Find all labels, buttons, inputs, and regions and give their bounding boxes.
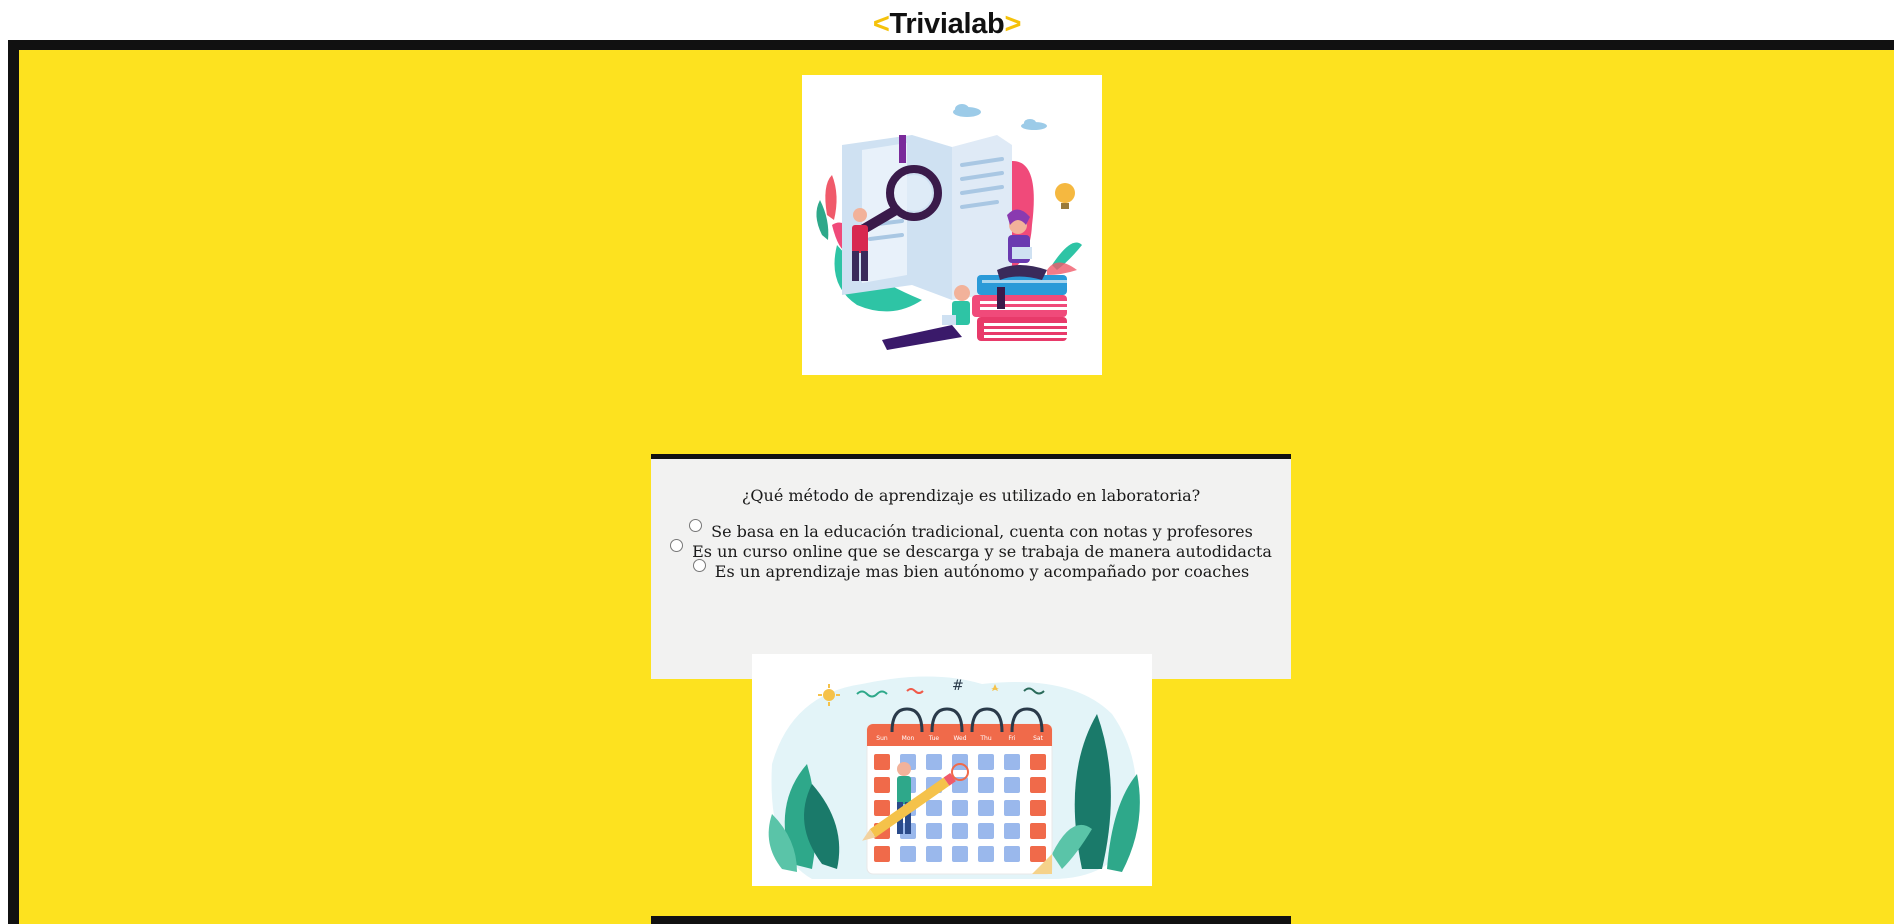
option-label-1[interactable]: Se basa en la educación tradicional, cue… (711, 522, 1253, 541)
calendar-cell (978, 846, 994, 862)
calendar-cell (952, 823, 968, 839)
calendar-day-label: Sat (1033, 735, 1043, 742)
top-header: <Trivialab> (0, 0, 1894, 40)
calendar-cell (1030, 846, 1046, 862)
main-content: ¿Qué método de aprendizaje es utilizado … (19, 50, 1894, 924)
calendar-cell (1004, 754, 1020, 770)
calendar-cell (978, 777, 994, 793)
calendar-day-label: Thu (979, 735, 991, 742)
calendar-cell (1030, 777, 1046, 793)
calendar-illustration: # Sun Mon Tue Wed Thu Fri Sat (752, 654, 1152, 886)
calendar-cell (926, 800, 942, 816)
logo-right-bracket: > (1004, 8, 1022, 40)
calendar-day-label: Wed (953, 735, 966, 742)
books-magnifier-illustration-icon (816, 104, 1082, 350)
calendar-day-label: Sun (876, 735, 888, 742)
calendar-cell (952, 846, 968, 862)
option-row-2[interactable]: Es un curso online que se descarga y se … (651, 539, 1291, 562)
question-card: ¿Qué método de aprendizaje es utilizado … (651, 454, 1291, 679)
calendar-day-label: Tue (928, 735, 940, 742)
calendar-pencil-illustration-icon: # Sun Mon Tue Wed Thu Fri Sat (768, 676, 1140, 879)
calendar-cell (874, 777, 890, 793)
calendar-cell (978, 800, 994, 816)
calendar-cell (1004, 777, 1020, 793)
calendar-cell (1030, 823, 1046, 839)
calendar-cell (978, 754, 994, 770)
calendar-cell (926, 846, 942, 862)
radio-option-3[interactable] (692, 559, 706, 572)
question-text: ¿Qué método de aprendizaje es utilizado … (741, 486, 1201, 505)
option-label-2[interactable]: Es un curso online que se descarga y se … (692, 542, 1272, 561)
calendar-cell (952, 800, 968, 816)
calendar-day-label: Mon (902, 735, 915, 742)
calendar-cell (926, 754, 942, 770)
radio-option-1[interactable] (689, 519, 703, 532)
calendar-cell (900, 846, 916, 862)
calendar-cell (1030, 800, 1046, 816)
calendar-cell (874, 846, 890, 862)
study-illustration (802, 75, 1102, 375)
calendar-cell (1004, 846, 1020, 862)
calendar-cell (978, 823, 994, 839)
radio-option-2[interactable] (670, 539, 684, 552)
logo-left-bracket: < (872, 8, 890, 40)
calendar-cell (1030, 754, 1046, 770)
option-row-1[interactable]: Se basa en la educación tradicional, cue… (651, 519, 1291, 542)
svg-text:#: # (952, 678, 964, 694)
next-question-card-edge (651, 916, 1291, 924)
calendar-cell (926, 823, 942, 839)
option-label-3[interactable]: Es un aprendizaje mas bien autónomo y ac… (715, 562, 1249, 581)
option-row-3[interactable]: Es un aprendizaje mas bien autónomo y ac… (651, 559, 1291, 582)
calendar-cell (1004, 800, 1020, 816)
logo-text: Trivialab (889, 8, 1005, 40)
calendar-day-label: Fri (1008, 735, 1015, 742)
calendar-cell (1004, 823, 1020, 839)
calendar-cell (874, 800, 890, 816)
calendar-cell (874, 754, 890, 770)
trivialab-logo[interactable]: <Trivialab> (0, 6, 1894, 42)
